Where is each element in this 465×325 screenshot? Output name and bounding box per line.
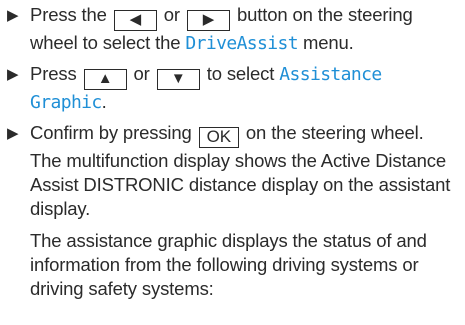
step-text-post: to select <box>206 63 275 84</box>
down-arrow-key: ▼ <box>156 69 200 90</box>
up-arrow-key: ▲ <box>83 69 127 90</box>
manual-page: ▶ Press the ◀ or ▶ button on the steerin… <box>0 0 465 325</box>
step-text-pre: Confirm by pressing <box>30 122 192 143</box>
step-text-pre: Press <box>30 63 77 84</box>
step-select-driveassist: ▶ Press the ◀ or ▶ button on the steerin… <box>5 3 459 56</box>
step-select-assistance-graphic: ▶ Press ▲ or ▼ to select Assistance Grap… <box>5 62 459 115</box>
step-bullet-icon: ▶ <box>7 125 19 142</box>
step-text-or: or <box>133 63 150 84</box>
step-text-post: on the steering wheel. <box>245 122 424 143</box>
step-text-or: or <box>163 4 180 25</box>
step-text-pre: Press the <box>30 4 107 25</box>
menu-name-driveassist: DriveAssist <box>185 33 298 54</box>
info-paragraph: The assistance graphic displays the stat… <box>30 230 427 299</box>
step-confirm-ok: ▶ Confirm by pressing OK on the steering… <box>5 121 459 148</box>
step-bullet-icon: ▶ <box>7 7 19 24</box>
result-paragraph: The multifunction display shows the Acti… <box>30 150 451 219</box>
ok-key: OK <box>198 127 239 148</box>
step-text-end: . <box>101 91 107 112</box>
right-arrow-key: ▶ <box>186 10 230 31</box>
step-text-end: menu. <box>303 32 354 53</box>
step-bullet-icon: ▶ <box>7 66 19 83</box>
left-arrow-key: ◀ <box>113 10 157 31</box>
